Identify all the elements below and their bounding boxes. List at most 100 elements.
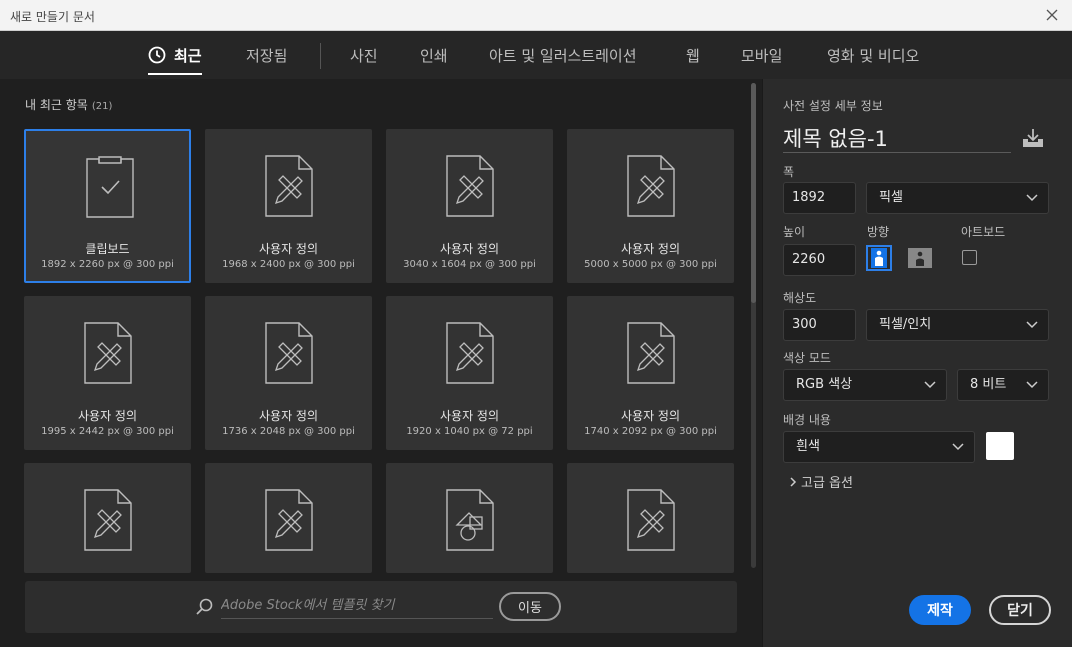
category-tab-bar: 최근 저장됨 사진 인쇄 아트 및 일러스트레이션 웹 모바일 영화 및 비디오 xyxy=(0,31,1072,79)
recent-item-dims: 1920 x 1040 px @ 72 ppi xyxy=(406,426,533,437)
document-shapes-icon xyxy=(446,489,494,551)
recent-section-title: 내 최근 항목 (21) xyxy=(25,96,112,113)
portrait-orientation-icon[interactable] xyxy=(866,245,892,271)
recent-item-card[interactable]: 사용자 정의 1920 x 1040 px @ 72 ppi xyxy=(386,296,553,450)
tab-mobile[interactable]: 모바일 xyxy=(741,45,782,66)
recent-item-dims: 1892 x 2260 px @ 300 ppi xyxy=(41,259,174,270)
tab-print[interactable]: 인쇄 xyxy=(420,45,448,66)
width-input[interactable]: 1892 xyxy=(783,182,856,214)
advanced-options-toggle[interactable]: 고급 옵션 xyxy=(789,472,853,491)
document-pencil-ruler-icon xyxy=(265,489,313,551)
background-value: 흰색 xyxy=(796,439,820,454)
recent-item-card[interactable] xyxy=(24,463,191,573)
recent-item-name: 사용자 정의 xyxy=(258,409,318,423)
width-label: 폭 xyxy=(783,165,795,179)
recent-item-card[interactable] xyxy=(386,463,553,573)
recent-item-name: 사용자 정의 xyxy=(77,409,137,423)
artboard-checkbox[interactable] xyxy=(962,250,977,265)
document-pencil-ruler-icon xyxy=(446,322,494,384)
height-input[interactable]: 2260 xyxy=(783,244,856,276)
tab-photo[interactable]: 사진 xyxy=(350,45,378,66)
background-label: 배경 내용 xyxy=(783,413,831,427)
close-icon[interactable] xyxy=(1042,5,1062,25)
recent-item-card[interactable]: 사용자 정의 3040 x 1604 px @ 300 ppi xyxy=(386,129,553,283)
recent-item-name: 사용자 정의 xyxy=(620,242,680,256)
background-select[interactable]: 흰색 xyxy=(783,431,975,463)
chevron-down-icon xyxy=(1026,321,1038,329)
document-pencil-ruler-icon xyxy=(84,489,132,551)
close-button[interactable]: 닫기 xyxy=(989,595,1051,625)
recent-count: (21) xyxy=(91,101,113,112)
color-mode-label: 색상 모드 xyxy=(783,351,831,365)
bit-depth-value: 8 비트 xyxy=(970,377,1007,392)
chevron-down-icon xyxy=(952,443,964,451)
document-pencil-ruler-icon xyxy=(265,322,313,384)
recent-item-name: 사용자 정의 xyxy=(620,409,680,423)
background-color-swatch[interactable] xyxy=(986,432,1014,460)
resolution-label: 해상도 xyxy=(783,291,817,305)
window-title: 새로 만들기 문서 xyxy=(10,10,95,24)
tab-art-illustration[interactable]: 아트 및 일러스트레이션 xyxy=(489,45,637,66)
clipboard-icon xyxy=(86,156,134,218)
recent-scrollbar[interactable] xyxy=(751,83,756,568)
recent-item-card[interactable] xyxy=(567,463,734,573)
recent-item-card[interactable]: 사용자 정의 1968 x 2400 px @ 300 ppi xyxy=(205,129,372,283)
title-bar: 새로 만들기 문서 xyxy=(0,0,1072,31)
chevron-right-icon xyxy=(790,477,797,487)
tab-divider xyxy=(320,43,321,69)
document-name-field[interactable]: 제목 없음-1 xyxy=(783,123,1011,153)
recent-item-name: 사용자 정의 xyxy=(439,409,499,423)
tab-recent[interactable]: 최근 xyxy=(148,45,202,75)
width-unit-select[interactable]: 픽셀 xyxy=(866,182,1049,214)
recent-item-name: 사용자 정의 xyxy=(258,242,318,256)
active-tab-indicator xyxy=(148,73,202,75)
tab-recent-label: 최근 xyxy=(174,47,202,65)
save-preset-icon[interactable] xyxy=(1021,127,1045,149)
search-icon xyxy=(196,598,213,615)
clock-icon xyxy=(148,46,166,64)
recent-item-dims: 1740 x 2092 px @ 300 ppi xyxy=(584,426,717,437)
color-mode-select[interactable]: RGB 색상 xyxy=(783,369,947,401)
recent-item-dims: 3040 x 1604 px @ 300 ppi xyxy=(403,259,536,270)
recent-item-card[interactable]: 사용자 정의 1995 x 2442 px @ 300 ppi xyxy=(24,296,191,450)
color-mode-value: RGB 색상 xyxy=(796,377,853,392)
document-pencil-ruler-icon xyxy=(627,155,675,217)
bit-depth-select[interactable]: 8 비트 xyxy=(957,369,1049,401)
document-pencil-ruler-icon xyxy=(84,322,132,384)
scrollbar-thumb[interactable] xyxy=(751,83,756,303)
recent-item-dims: 1736 x 2048 px @ 300 ppi xyxy=(222,426,355,437)
recent-item-dims: 1995 x 2442 px @ 300 ppi xyxy=(41,426,174,437)
stock-search-input[interactable] xyxy=(221,593,493,619)
artboard-label: 아트보드 xyxy=(961,225,1006,239)
chevron-down-icon xyxy=(1026,381,1038,389)
resolution-unit-select[interactable]: 픽셀/인치 xyxy=(866,309,1049,341)
recent-item-dims: 5000 x 5000 px @ 300 ppi xyxy=(584,259,717,270)
document-pencil-ruler-icon xyxy=(446,155,494,217)
recent-item-name: 사용자 정의 xyxy=(439,242,499,256)
recent-items-pane: 내 최근 항목 (21) 클립보드 1892 x 2260 px @ 300 pp… xyxy=(0,79,762,647)
tab-film-video[interactable]: 영화 및 비디오 xyxy=(827,45,919,66)
height-label: 높이 xyxy=(783,225,806,239)
stock-search-bar: 이동 xyxy=(25,581,737,633)
width-unit-value: 픽셀 xyxy=(879,190,903,205)
recent-item-card[interactable]: 사용자 정의 1736 x 2048 px @ 300 ppi xyxy=(205,296,372,450)
resolution-input[interactable]: 300 xyxy=(783,309,856,341)
landscape-orientation-icon[interactable] xyxy=(907,245,933,271)
recent-item-card[interactable]: 사용자 정의 1740 x 2092 px @ 300 ppi xyxy=(567,296,734,450)
chevron-down-icon xyxy=(1026,194,1038,202)
tab-saved[interactable]: 저장됨 xyxy=(246,45,287,66)
recent-item-card[interactable]: 클립보드 1892 x 2260 px @ 300 ppi xyxy=(24,129,191,283)
document-pencil-ruler-icon xyxy=(627,489,675,551)
tab-web[interactable]: 웹 xyxy=(686,45,700,66)
document-pencil-ruler-icon xyxy=(627,322,675,384)
preset-details-pane: 사전 설정 세부 정보 제목 없음-1 폭 1892 픽셀 높이 2260 방향… xyxy=(762,79,1072,647)
go-button[interactable]: 이동 xyxy=(499,592,561,621)
recent-item-dims: 1968 x 2400 px @ 300 ppi xyxy=(222,259,355,270)
recent-item-name: 클립보드 xyxy=(85,242,130,256)
orientation-label: 방향 xyxy=(867,225,890,239)
recent-item-card[interactable]: 사용자 정의 5000 x 5000 px @ 300 ppi xyxy=(567,129,734,283)
recent-item-card[interactable] xyxy=(205,463,372,573)
preset-section-title: 사전 설정 세부 정보 xyxy=(783,99,883,113)
recent-title-text: 내 최근 항목 xyxy=(25,98,88,112)
create-button[interactable]: 제작 xyxy=(909,595,971,625)
